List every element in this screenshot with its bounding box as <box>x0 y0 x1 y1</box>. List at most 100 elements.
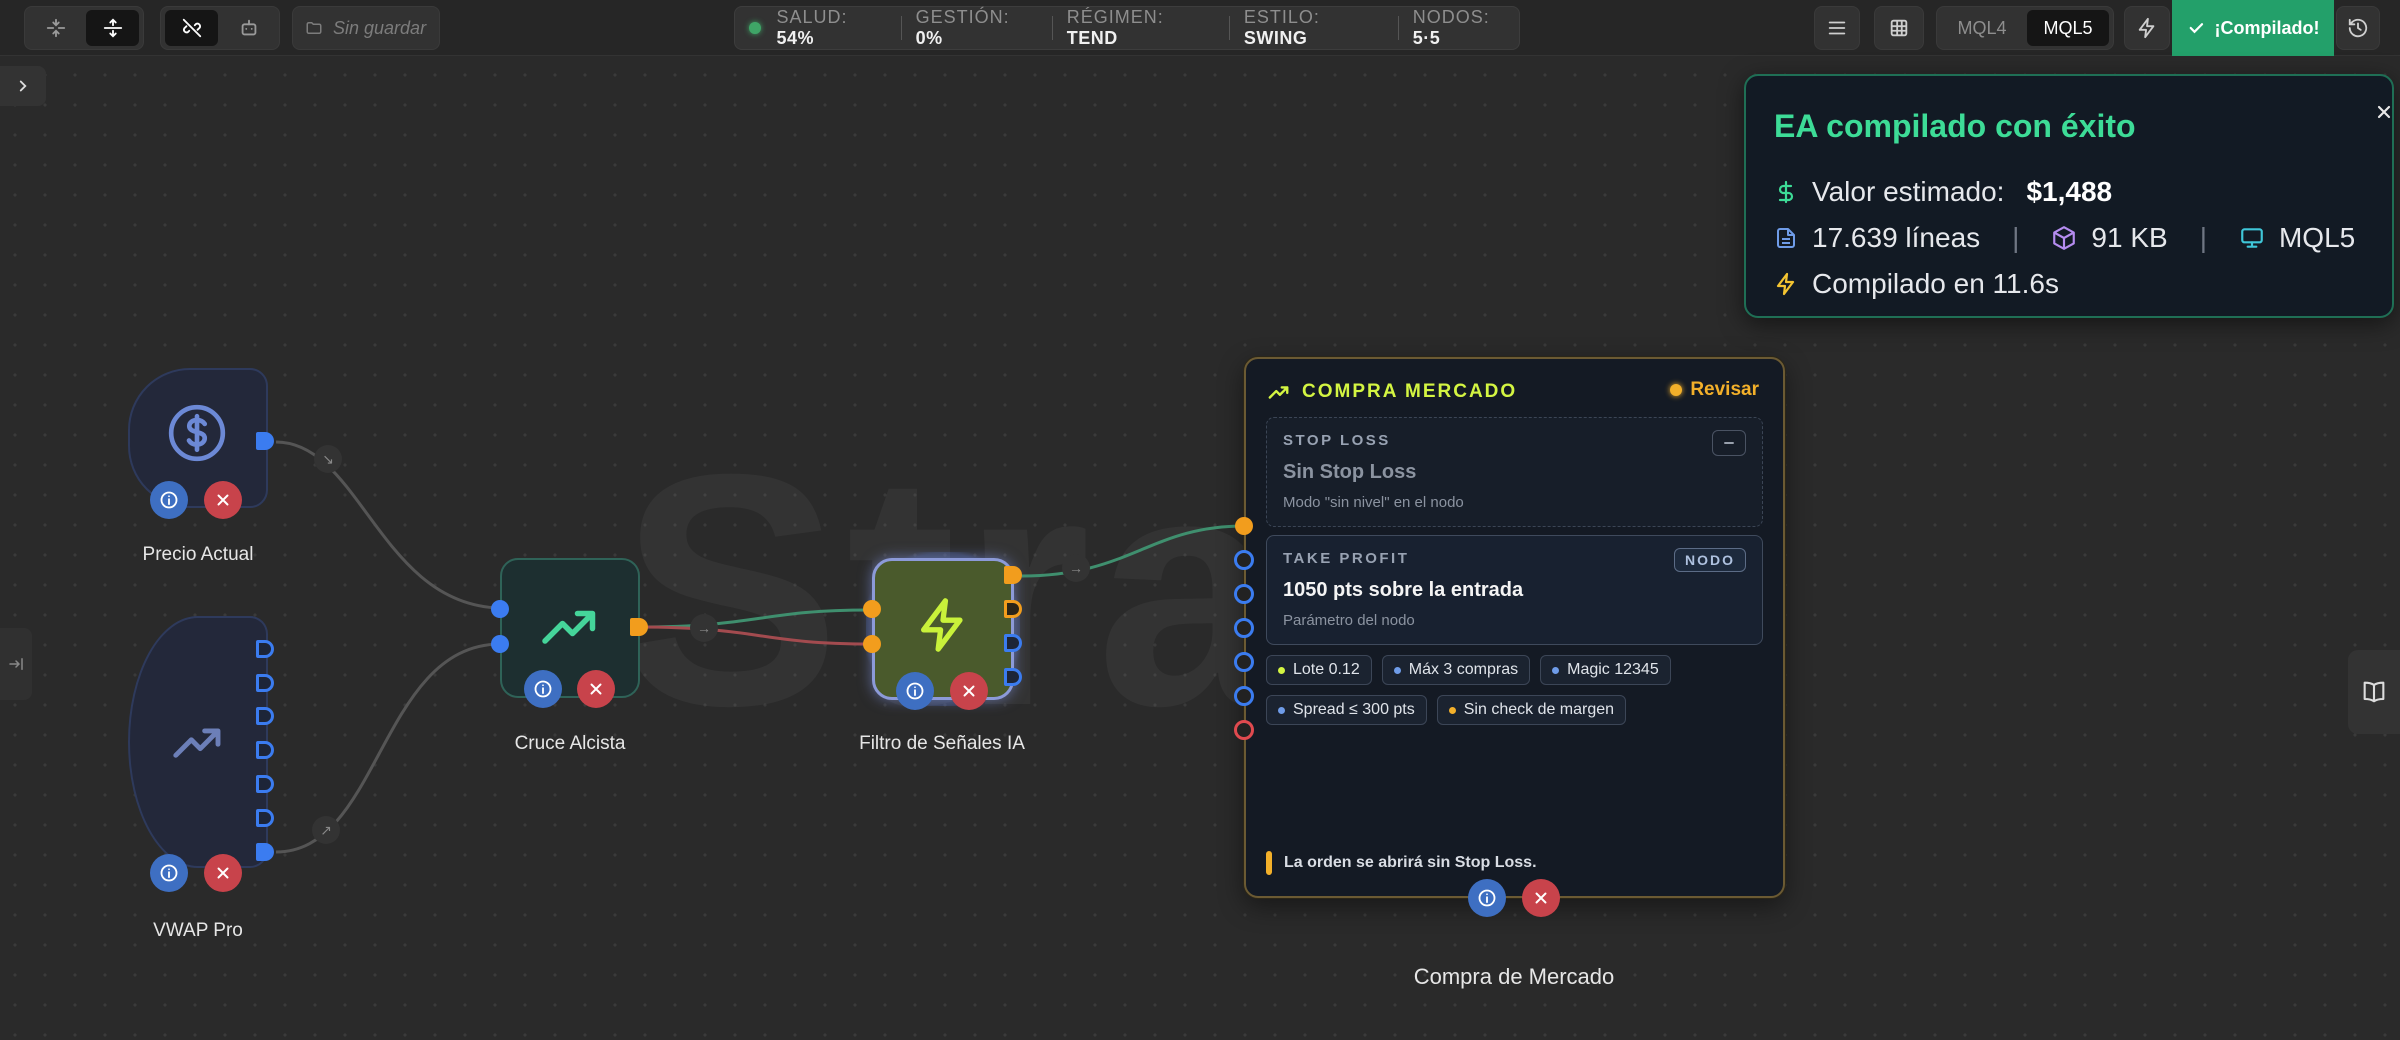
edge-direction-marker[interactable]: ↗ <box>312 816 340 844</box>
edge-direction-marker[interactable]: → <box>690 614 718 642</box>
chip-dot-icon <box>1393 666 1401 674</box>
stop-loss-value: Sin Stop Loss <box>1283 461 1417 483</box>
info-icon <box>906 682 924 700</box>
output-handle[interactable] <box>256 775 274 793</box>
stop-loss-sub: Modo "sin nivel" en el nodo <box>1283 494 1464 511</box>
toast-lines: 17.639 líneas <box>1812 222 1981 253</box>
toast-target: MQL5 <box>2278 222 2356 253</box>
input-handle[interactable] <box>1234 686 1254 706</box>
info-icon <box>534 680 552 698</box>
input-handle[interactable] <box>863 600 881 618</box>
output-handle[interactable] <box>256 843 274 861</box>
info-icon <box>160 864 178 882</box>
node-delete-button[interactable] <box>950 672 988 710</box>
take-profit-value: 1050 pts sobre la entrada <box>1283 579 1524 601</box>
chip-max-compras[interactable]: Máx 3 compras <box>1381 655 1531 685</box>
node-info-button[interactable] <box>896 672 934 710</box>
file-icon <box>1777 228 1795 248</box>
stop-loss-section[interactable]: STOP LOSS Sin Stop Loss Modo "sin nivel"… <box>1266 417 1763 527</box>
edge-precio-cruce <box>275 440 501 610</box>
stop-loss-warning: La orden se abrirá sin Stop Loss. <box>1266 851 1537 875</box>
stop-loss-collapse-button[interactable] <box>1712 430 1746 456</box>
close-icon <box>2377 105 2391 119</box>
output-handle[interactable] <box>256 674 274 692</box>
output-handle[interactable] <box>1004 634 1022 652</box>
node-delete-button[interactable] <box>577 670 615 708</box>
node-vwap-pro[interactable] <box>128 616 274 892</box>
output-handle[interactable] <box>256 640 274 658</box>
output-handle[interactable] <box>256 809 274 827</box>
close-icon <box>590 683 602 695</box>
node-label-precio-actual: Precio Actual <box>142 544 254 565</box>
close-icon <box>217 867 229 879</box>
info-icon <box>160 491 178 509</box>
node-delete-button[interactable] <box>204 481 242 519</box>
warning-bar-icon <box>1266 851 1272 875</box>
output-handle[interactable] <box>256 707 274 725</box>
input-handle[interactable] <box>863 635 881 653</box>
stop-loss-label: STOP LOSS <box>1283 432 1391 449</box>
info-icon <box>1478 889 1496 907</box>
edge-filtro-compra <box>1021 524 1245 578</box>
review-status-badge[interactable]: Revisar <box>1670 379 1759 401</box>
chip-dot-icon <box>1278 666 1285 674</box>
input-handle[interactable] <box>1234 584 1254 604</box>
chip-magic[interactable]: Magic 12345 <box>1540 655 1671 685</box>
trending-up-icon <box>173 728 221 758</box>
node-delete-button[interactable] <box>204 854 242 892</box>
toast-title: EA compilado con éxito <box>1774 108 2136 144</box>
toast-time-row: Compilado en 11.6s <box>1774 268 2059 300</box>
output-handle[interactable] <box>256 741 274 759</box>
edge-direction-marker[interactable]: ↘ <box>314 445 342 473</box>
node-label-compra-mercado: Compra de Mercado <box>1413 964 1615 989</box>
monitor-icon <box>2241 228 2263 248</box>
node-precio-actual[interactable] <box>128 368 274 519</box>
input-handle[interactable] <box>491 600 509 618</box>
output-handle[interactable] <box>1004 566 1022 584</box>
toast-time: Compilado en 11.6s <box>1812 268 2059 299</box>
input-handle[interactable] <box>1234 618 1254 638</box>
lightning-icon <box>921 598 963 652</box>
trending-up-icon <box>1268 386 1289 399</box>
input-handle[interactable] <box>1234 550 1254 570</box>
take-profit-sub: Parámetro del nodo <box>1283 612 1415 629</box>
lightning-icon <box>1776 272 1795 296</box>
node-label-vwap-pro: VWAP Pro <box>153 920 243 941</box>
node-info-button[interactable] <box>150 854 188 892</box>
node-label-cruce-alcista: Cruce Alcista <box>514 733 626 754</box>
node-info-button[interactable] <box>150 481 188 519</box>
order-params-chips: Lote 0.12 Máx 3 compras Magic 12345 Spre… <box>1266 655 1766 725</box>
trending-up-icon <box>542 610 596 644</box>
close-icon <box>963 685 975 697</box>
edge-cruce-filtro-green <box>637 608 871 629</box>
node-compra-mercado[interactable]: COMPRA MERCADO Revisar STOP LOSS Sin Sto… <box>1234 357 1785 917</box>
node-info-button[interactable] <box>1468 879 1506 917</box>
node-cruce-alcista[interactable] <box>491 558 648 708</box>
compile-success-toast: EA compilado con éxito Valor estimado: $1… <box>1744 74 2394 318</box>
output-handle[interactable] <box>1004 668 1022 686</box>
node-info-button[interactable] <box>524 670 562 708</box>
chip-dot-icon <box>1278 706 1285 714</box>
input-handle[interactable] <box>1234 652 1254 672</box>
edge-direction-marker[interactable]: → <box>1062 554 1090 582</box>
output-handle[interactable] <box>1004 600 1022 618</box>
take-profit-section[interactable]: TAKE PROFIT 1050 pts sobre la entrada Pa… <box>1266 535 1763 645</box>
dollar-icon <box>1778 180 1794 204</box>
node-label-filtro-senales: Filtro de Señales IA <box>859 733 1025 754</box>
chip-lote[interactable]: Lote 0.12 <box>1266 655 1372 685</box>
toast-value: $1,488 <box>2026 176 2113 207</box>
input-handle[interactable] <box>1234 720 1254 740</box>
input-handle[interactable] <box>1235 517 1253 535</box>
package-icon <box>2053 226 2076 250</box>
node-delete-button[interactable] <box>1522 879 1560 917</box>
output-handle[interactable] <box>256 432 274 450</box>
input-handle[interactable] <box>491 635 509 653</box>
edge-vwap-cruce <box>275 642 501 854</box>
toast-close-button[interactable] <box>2374 102 2394 127</box>
node-filtro-senales[interactable] <box>863 552 1022 710</box>
output-handle[interactable] <box>630 618 648 636</box>
take-profit-source-badge[interactable]: NODO <box>1674 548 1746 572</box>
chip-spread[interactable]: Spread ≤ 300 pts <box>1266 695 1427 725</box>
dollar-icon <box>168 404 226 462</box>
chip-margin[interactable]: Sin check de margen <box>1436 695 1627 725</box>
